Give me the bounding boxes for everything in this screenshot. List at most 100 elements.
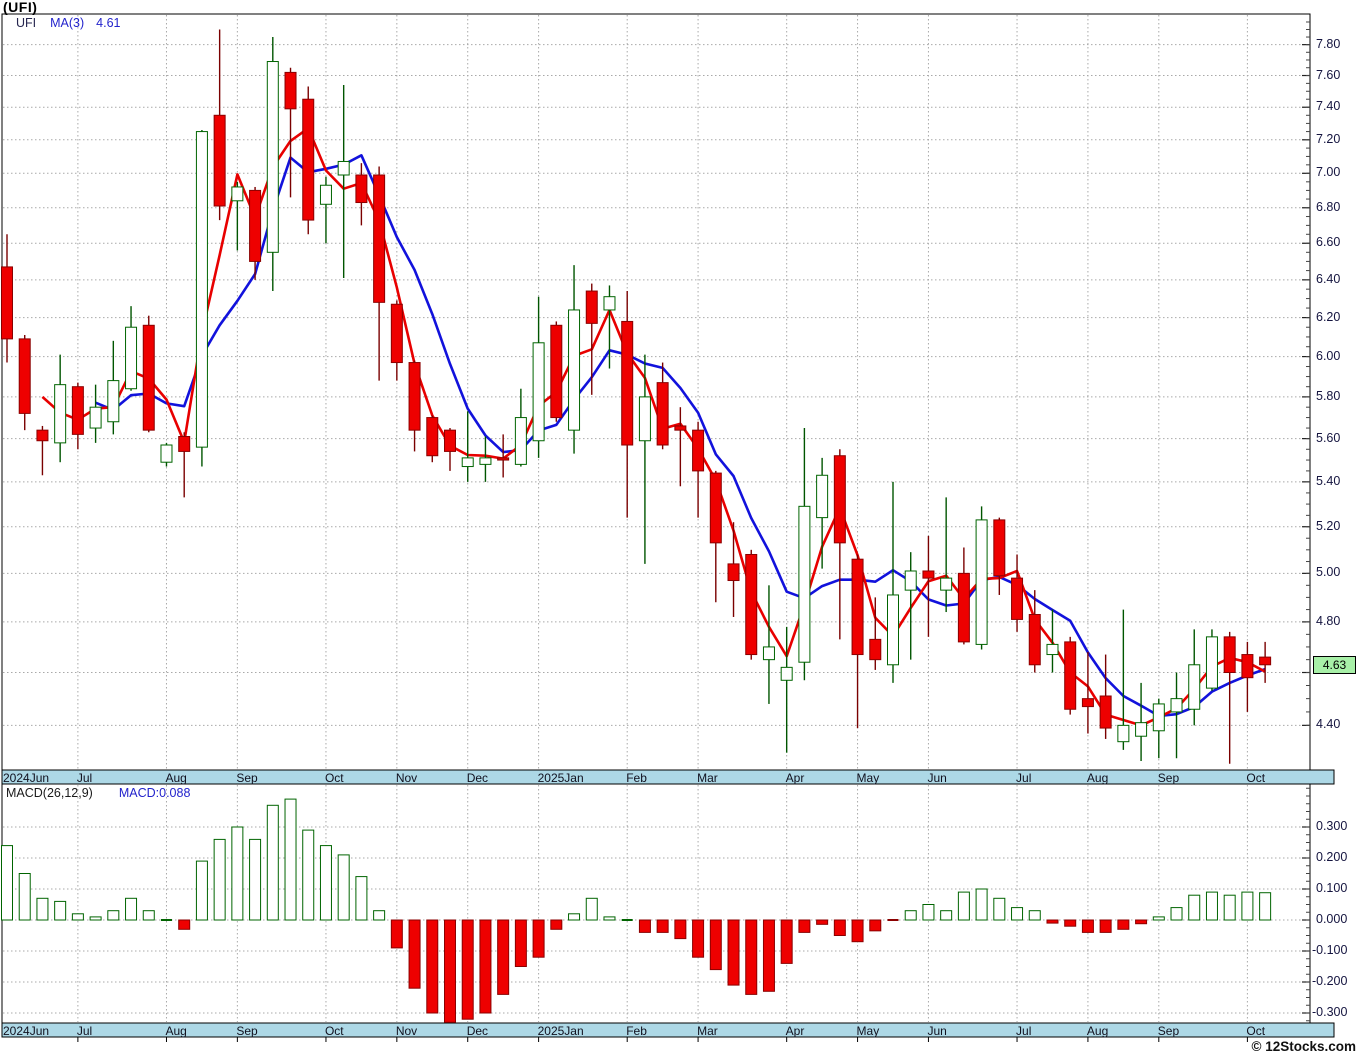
candle-body: [568, 309, 581, 431]
candle-body: [993, 519, 1006, 577]
macd-bar: [638, 919, 651, 933]
macd-bar: [922, 904, 935, 921]
month-label-top: May: [856, 770, 880, 785]
candle-body: [621, 320, 634, 446]
candlestick-week: [745, 549, 758, 660]
macd-bar-rect: [762, 919, 775, 992]
candle-body: [798, 505, 811, 663]
candle-body: [674, 425, 687, 431]
candle-body: [692, 429, 705, 472]
macd-bar-rect: [178, 919, 191, 930]
candle-body: [266, 61, 279, 253]
macd-bar-rect: [1259, 892, 1272, 921]
macd-bar: [762, 919, 775, 992]
macd-bar-rect: [692, 919, 705, 958]
month-label-top: Apr: [785, 770, 805, 785]
month-label-top: Jul: [76, 770, 93, 785]
macd-bar: [904, 910, 917, 921]
macd-bar-rect: [390, 919, 403, 949]
candle-body: [142, 324, 155, 431]
candle-body: [887, 594, 899, 666]
macd-bar-rect: [674, 919, 687, 940]
month-label-top: Aug: [165, 770, 187, 785]
macd-bar-rect: [727, 919, 740, 986]
macd-bar: [355, 876, 368, 921]
macd-bar: [727, 919, 740, 986]
candle-body: [1046, 643, 1059, 656]
macd-bar-rect: [798, 919, 811, 933]
macd-bar-rect: [195, 860, 208, 921]
candle-body: [1081, 698, 1094, 708]
candlestick-week: [975, 506, 988, 650]
macd-bar-rect: [1135, 919, 1148, 925]
month-label-bottom: Jul: [76, 1023, 93, 1038]
macd-bar: [1205, 891, 1218, 921]
price-axis-label: 7.40: [1316, 99, 1341, 114]
candle-body: [940, 577, 953, 591]
macd-bar-rect: [426, 919, 439, 1014]
month-label-bottom: Aug: [165, 1023, 187, 1038]
price-axis-label: 6.20: [1316, 309, 1341, 324]
macd-bar: [798, 919, 811, 933]
candle-body: [160, 444, 173, 463]
candle-body: [762, 646, 775, 661]
macd-bar: [514, 919, 527, 967]
month-label-bottom: Jul: [1016, 1023, 1032, 1038]
price-axis-label: 7.00: [1316, 165, 1341, 180]
macd-axis-label: 0.100: [1316, 881, 1348, 895]
macd-bar: [213, 838, 226, 921]
candle-body: [709, 472, 722, 544]
macd-bar-rect: [497, 919, 510, 995]
candle-body: [638, 396, 651, 442]
macd-bar-rect: [638, 919, 651, 933]
candle-body: [656, 382, 669, 446]
macd-bar-rect: [479, 919, 492, 1014]
macd-bar: [745, 919, 758, 995]
ma-label: MA(3): [50, 16, 85, 30]
macd-bar-rect: [1081, 919, 1094, 933]
macd-bar-rect: [1152, 916, 1165, 921]
chart-canvas: [1, 13, 1335, 1042]
candle-body: [1099, 695, 1112, 729]
macd-bar-rect: [568, 913, 581, 921]
candle-body: [1188, 664, 1201, 710]
candle-body: [1241, 654, 1254, 679]
candle-body: [408, 362, 421, 431]
macd-bar: [1135, 919, 1148, 925]
month-label-bottom: Oct: [324, 1023, 344, 1038]
macd-bar: [125, 897, 138, 921]
macd-bar: [178, 919, 191, 930]
candle-body: [461, 457, 474, 468]
month-label-top: Oct: [324, 770, 344, 785]
macd-bar: [1064, 919, 1077, 927]
price-axis-label: 6.00: [1316, 348, 1341, 363]
macd-bar-rect: [266, 804, 279, 921]
macd-bar: [71, 913, 84, 921]
macd-bar: [54, 900, 67, 921]
macd-bar-rect: [231, 826, 244, 921]
macd-bar: [1028, 910, 1041, 921]
price-axis-label: 5.60: [1316, 430, 1341, 445]
price-axis-label: 7.20: [1316, 131, 1341, 146]
candle-body: [178, 435, 191, 452]
macd-bar-rect: [408, 919, 421, 989]
macd-bar-rect: [851, 919, 864, 943]
macd-bar: [426, 919, 439, 1014]
month-label-bottom: Jun: [927, 1023, 947, 1038]
macd-bar-rect: [957, 891, 970, 921]
macd-bar: [869, 919, 882, 932]
macd-bar: [1046, 919, 1059, 924]
month-label-bottom: 2024Jun: [3, 1023, 50, 1038]
candle-body: [426, 417, 439, 457]
macd-bar-rect: [36, 897, 49, 921]
candle-body: [816, 474, 829, 519]
price-axis-label: 6.80: [1316, 199, 1341, 214]
macd-bar: [373, 910, 386, 921]
macd-bar-rect: [337, 854, 350, 921]
month-band-bottom: [1, 1022, 1335, 1038]
candlestick-week: [550, 321, 563, 422]
macd-bar: [497, 919, 510, 995]
candle-body: [355, 174, 368, 204]
macd-bar-rect: [249, 838, 262, 921]
macd-bar: [780, 919, 793, 964]
